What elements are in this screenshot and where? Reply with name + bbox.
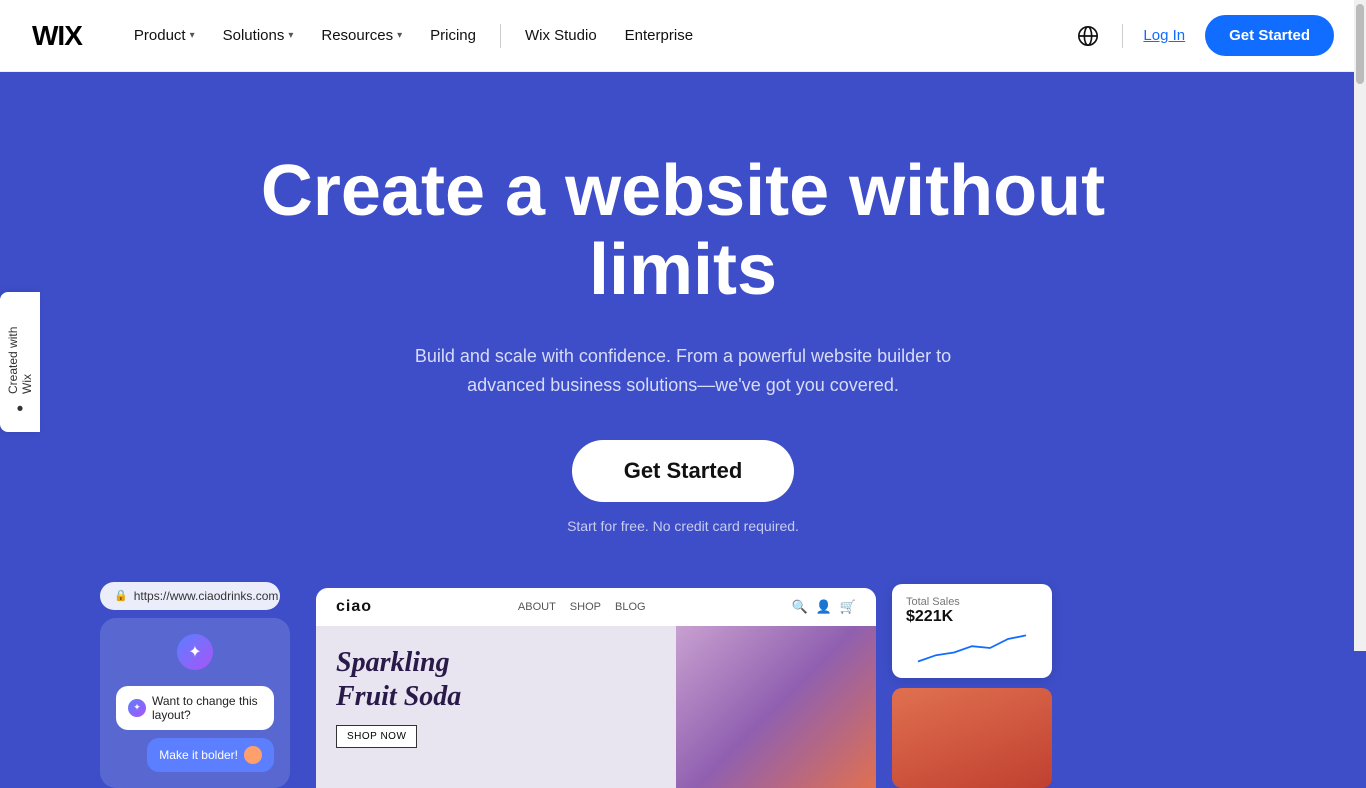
nav-item-resources[interactable]: Resources ▾ bbox=[309, 19, 414, 52]
hero-title: Create a website without limits bbox=[208, 152, 1158, 310]
stats-chart bbox=[906, 630, 1038, 666]
url-bar: 🔒 https://www.ciaodrinks.com bbox=[100, 582, 280, 610]
ciao-nav-blog: BLOG bbox=[615, 601, 646, 613]
user-avatar bbox=[244, 746, 262, 764]
nav-links: Product ▾ Solutions ▾ Resources ▾ Pricin… bbox=[122, 19, 1071, 52]
solutions-chevron-icon: ▾ bbox=[288, 30, 293, 41]
nav-right-divider bbox=[1122, 24, 1123, 48]
preview-strip: 🔒 https://www.ciaodrinks.com ✦ ✦ Want to… bbox=[0, 582, 1366, 788]
hero-subtitle: Build and scale with confidence. From a … bbox=[403, 342, 963, 400]
ciao-title-line2: Fruit Soda bbox=[336, 681, 461, 712]
scrollbar-thumb[interactable] bbox=[1356, 4, 1364, 84]
nav-item-pricing[interactable]: Pricing bbox=[418, 19, 488, 52]
preview-right-card: Total Sales $221K bbox=[892, 584, 1052, 788]
resources-chevron-icon: ▾ bbox=[397, 30, 402, 41]
ciao-body: Sparkling Fruit Soda SHOP NOW bbox=[316, 626, 876, 788]
globe-icon bbox=[1077, 25, 1099, 47]
ciao-logo: ciao bbox=[336, 598, 372, 616]
nav-item-enterprise[interactable]: Enterprise bbox=[613, 19, 705, 52]
ciao-text-area: Sparkling Fruit Soda SHOP NOW bbox=[316, 626, 676, 788]
stats-card: Total Sales $221K bbox=[892, 584, 1052, 678]
wix-logo[interactable]: WIX bbox=[32, 20, 82, 52]
language-selector[interactable] bbox=[1070, 18, 1106, 54]
ciao-shop-now-button[interactable]: SHOP NOW bbox=[336, 725, 417, 748]
stats-value: $221K bbox=[906, 608, 1038, 626]
ciao-nav-shop: SHOP bbox=[570, 601, 601, 613]
chat-bubble-question: ✦ Want to change this layout? bbox=[116, 686, 274, 730]
user-icon: 👤 bbox=[816, 599, 832, 615]
ciao-nav-icons: 🔍 👤 🛒 bbox=[791, 599, 856, 615]
nav-pricing-label: Pricing bbox=[430, 27, 476, 44]
login-link[interactable]: Log In bbox=[1139, 19, 1189, 52]
ciao-product-image bbox=[676, 626, 876, 788]
scrollbar[interactable] bbox=[1354, 0, 1366, 651]
nav-enterprise-label: Enterprise bbox=[625, 27, 693, 44]
product-chevron-icon: ▾ bbox=[190, 30, 195, 41]
ciao-nav-about: ABOUT bbox=[518, 601, 556, 613]
hero-section: Create a website without limits Build an… bbox=[0, 72, 1366, 788]
ai-chat-container: ✦ ✦ Want to change this layout? Make it … bbox=[100, 618, 290, 788]
chat-bubble-reply: Make it bolder! bbox=[147, 738, 274, 772]
nav-right: Log In Get Started bbox=[1070, 15, 1334, 56]
wix-sidebar-label: Created with Wix bbox=[6, 308, 34, 394]
nav-divider bbox=[500, 24, 501, 48]
nav-solutions-label: Solutions bbox=[223, 27, 285, 44]
nav-item-wix-studio[interactable]: Wix Studio bbox=[513, 19, 609, 52]
cart-icon: 🛒 bbox=[840, 599, 856, 615]
navbar: WIX Product ▾ Solutions ▾ Resources ▾ Pr… bbox=[0, 0, 1366, 72]
chat-text-1: Want to change this layout? bbox=[152, 694, 262, 722]
product-image-card bbox=[892, 688, 1052, 788]
preview-center-card: ciao ABOUT SHOP BLOG 🔍 👤 🛒 Sparkling Fru… bbox=[316, 588, 876, 788]
preview-left-card: 🔒 https://www.ciaodrinks.com ✦ ✦ Want to… bbox=[100, 582, 300, 788]
stats-label: Total Sales bbox=[906, 596, 1038, 608]
nav-get-started-button[interactable]: Get Started bbox=[1205, 15, 1334, 56]
ai-sparkle-icon: ✦ bbox=[177, 634, 213, 670]
created-with-wix-sidebar: ● Created with Wix bbox=[0, 292, 40, 432]
nav-product-label: Product bbox=[134, 27, 186, 44]
nav-item-product[interactable]: Product ▾ bbox=[122, 19, 207, 52]
ciao-navbar: ciao ABOUT SHOP BLOG 🔍 👤 🛒 bbox=[316, 588, 876, 626]
wix-sidebar-dot: ● bbox=[13, 402, 27, 416]
ciao-nav-links: ABOUT SHOP BLOG bbox=[518, 601, 646, 613]
nav-item-solutions[interactable]: Solutions ▾ bbox=[211, 19, 306, 52]
ciao-product-title: Sparkling Fruit Soda bbox=[336, 646, 656, 713]
search-icon: 🔍 bbox=[791, 599, 807, 615]
ciao-title-line1: Sparkling bbox=[336, 647, 450, 678]
nav-wix-studio-label: Wix Studio bbox=[525, 27, 597, 44]
nav-resources-label: Resources bbox=[321, 27, 393, 44]
lock-icon: 🔒 bbox=[114, 589, 128, 602]
hero-free-note: Start for free. No credit card required. bbox=[567, 518, 799, 534]
ai-bubble-icon: ✦ bbox=[128, 699, 146, 717]
chat-text-2: Make it bolder! bbox=[159, 748, 238, 762]
hero-get-started-button[interactable]: Get Started bbox=[572, 440, 795, 502]
url-text: https://www.ciaodrinks.com bbox=[134, 589, 279, 603]
